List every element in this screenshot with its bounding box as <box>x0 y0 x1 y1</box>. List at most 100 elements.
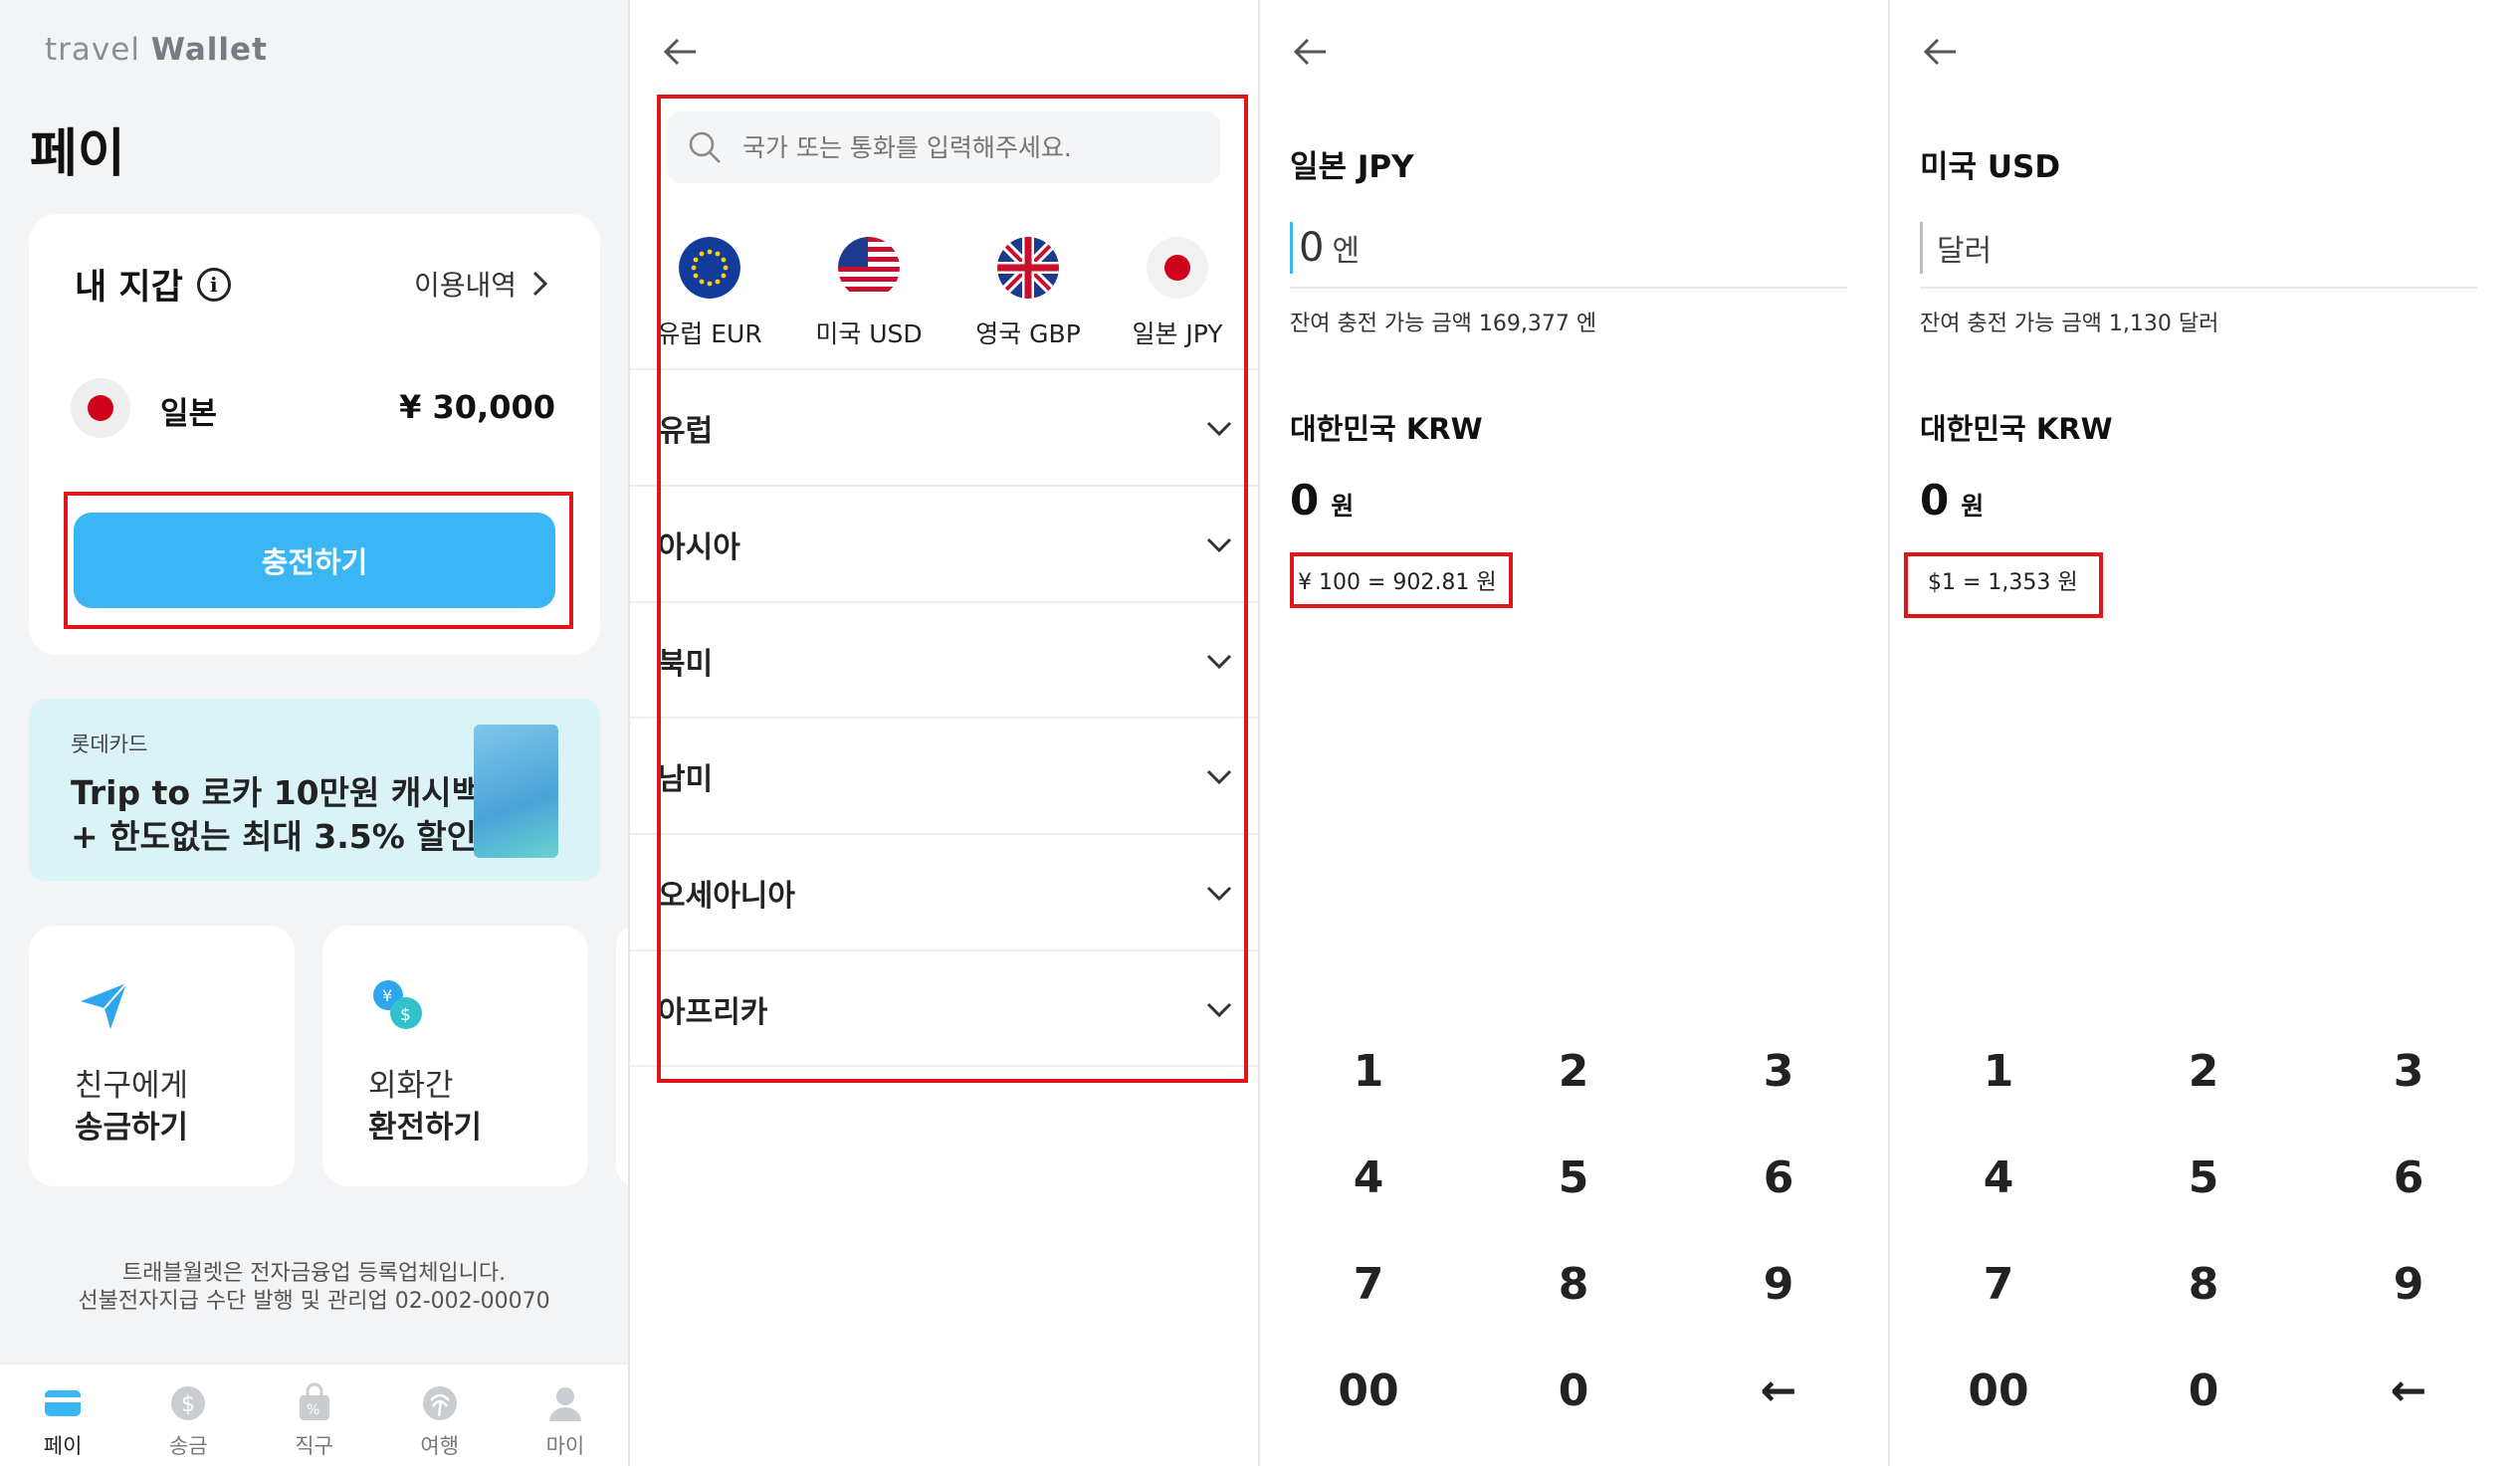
tab-label: 직구 <box>295 1434 333 1458</box>
backspace-key[interactable]: ← <box>2309 1341 2508 1440</box>
back-arrow-icon[interactable] <box>1288 30 1332 74</box>
key-7[interactable]: 7 <box>1899 1234 2098 1334</box>
krw-amount: 0원 <box>1290 476 1354 524</box>
text-cursor <box>1290 222 1293 274</box>
krw-amount: 0원 <box>1920 476 1984 524</box>
chevron-down-icon <box>1206 886 1232 902</box>
exchange-rate: ¥ 100 = 902.81 원 <box>1298 570 1497 595</box>
source-currency-label: 일본 JPY <box>1290 149 1414 185</box>
tile-line1: 외화간 <box>368 1068 454 1104</box>
key-2[interactable]: 2 <box>1474 1021 1673 1121</box>
country-search-box[interactable] <box>667 111 1220 183</box>
currency-exchange-tile[interactable]: ¥ $ 외화간 환전하기 <box>322 926 588 1186</box>
key-9[interactable]: 9 <box>1679 1234 1878 1334</box>
key-2[interactable]: 2 <box>2104 1021 2303 1121</box>
key-00[interactable]: 00 <box>1269 1341 1468 1440</box>
back-arrow-icon[interactable] <box>658 30 702 74</box>
favorite-eur[interactable]: 유럽 EUR <box>630 237 789 350</box>
tab-pay[interactable]: 페이 <box>0 1364 125 1466</box>
key-8[interactable]: 8 <box>2104 1234 2303 1334</box>
tab-travel[interactable]: 여행 <box>377 1364 503 1466</box>
key-3[interactable]: 3 <box>1679 1021 1878 1121</box>
tile-line2: 환전하기 <box>368 1110 483 1146</box>
bottom-tab-bar: 페이 $ 송금 % 직구 여행 마이 <box>0 1362 628 1466</box>
target-currency-label: 대한민국 KRW <box>1290 412 1483 446</box>
screenshot-stage: travel Wallet 페이 내 지갑 i 이용내역 일본 ¥ 30,000… <box>0 0 2520 1466</box>
key-0[interactable]: 0 <box>1474 1341 1673 1440</box>
back-arrow-icon[interactable] <box>1918 30 1962 74</box>
backspace-key[interactable]: ← <box>1679 1341 1878 1440</box>
dollar-coin-icon: $ <box>171 1386 206 1420</box>
krw-unit: 원 <box>1961 492 1985 521</box>
key-7[interactable]: 7 <box>1269 1234 1468 1334</box>
region-europe[interactable]: 유럽 <box>658 370 1235 486</box>
more-tile-partial[interactable] <box>616 926 628 1186</box>
key-4[interactable]: 4 <box>1899 1128 2098 1227</box>
app-logo: travel Wallet <box>45 32 268 68</box>
send-icon <box>81 982 127 1029</box>
tab-my[interactable]: 마이 <box>503 1364 628 1466</box>
tab-label: 페이 <box>43 1434 83 1458</box>
region-africa[interactable]: 아프리카 <box>658 951 1235 1067</box>
key-5[interactable]: 5 <box>2104 1128 2303 1227</box>
text-cursor <box>1920 222 1923 274</box>
promo-banner[interactable]: 롯데카드 Trip to 로카 10만원 캐시백! + 한도없는 최대 3.5%… <box>29 699 600 881</box>
legal-notice-1: 트래블월렛은 전자금융업 등록업체입니다. <box>121 1261 507 1286</box>
key-8[interactable]: 8 <box>1474 1234 1673 1334</box>
favorite-label: 미국 USD <box>815 319 923 348</box>
key-00[interactable]: 00 <box>1899 1341 2098 1440</box>
palm-tree-icon <box>422 1386 457 1420</box>
key-1[interactable]: 1 <box>1269 1021 1468 1121</box>
region-label: 남미 <box>658 762 714 797</box>
key-1[interactable]: 1 <box>1899 1021 2098 1121</box>
key-5[interactable]: 5 <box>1474 1128 1673 1227</box>
key-0[interactable]: 0 <box>2104 1341 2303 1440</box>
region-label: 유럽 <box>658 414 714 449</box>
key-9[interactable]: 9 <box>2309 1234 2508 1334</box>
favorite-jpy[interactable]: 일본 JPY <box>1098 237 1257 350</box>
charge-button[interactable]: 충전하기 <box>74 513 555 608</box>
exchange-rate: $1 = 1,353 원 <box>1928 570 2078 595</box>
key-6[interactable]: 6 <box>2309 1128 2508 1227</box>
uk-flag-icon <box>997 237 1059 299</box>
tab-label: 송금 <box>168 1434 208 1458</box>
chevron-down-icon <box>1206 654 1232 670</box>
usd-charge-screen: 미국 USD 달러 잔여 충전 가능 금액 1,130 달러 대한민국 KRW … <box>1890 0 2520 1466</box>
krw-amount-value: 0 <box>1920 476 1950 524</box>
tab-label: 여행 <box>420 1434 460 1458</box>
send-to-friend-tile[interactable]: 친구에게 송금하기 <box>29 926 295 1186</box>
credit-card-image <box>474 725 558 858</box>
search-input[interactable] <box>742 132 1180 162</box>
chevron-right-icon <box>532 271 548 297</box>
person-icon <box>548 1387 581 1421</box>
favorite-usd[interactable]: 미국 USD <box>789 237 948 350</box>
svg-text:¥: ¥ <box>382 986 392 1005</box>
currency-select-screen: 유럽 EUR 미국 USD 영국 GBP 일본 JPY 유럽 아시아 북미 남미… <box>630 0 1258 1466</box>
divider <box>630 1065 1258 1067</box>
key-4[interactable]: 4 <box>1269 1128 1468 1227</box>
amount-input-field[interactable]: 달러 <box>1920 209 2477 289</box>
chevron-down-icon <box>1206 769 1232 785</box>
krw-unit: 원 <box>1331 492 1355 521</box>
key-3[interactable]: 3 <box>2309 1021 2508 1121</box>
svg-text:%: % <box>307 1402 319 1418</box>
chevron-down-icon <box>1206 421 1232 437</box>
legal-notice-2: 선불전자지급 수단 발행 및 관리업 02-002-00070 <box>78 1289 550 1314</box>
info-icon[interactable]: i <box>196 267 231 302</box>
wallet-country: 일본 <box>160 396 218 432</box>
favorite-gbp[interactable]: 영국 GBP <box>948 237 1108 350</box>
tab-shopping[interactable]: % 직구 <box>251 1364 376 1466</box>
tab-remit[interactable]: $ 송금 <box>125 1364 251 1466</box>
history-link[interactable]: 이용내역 <box>414 264 550 304</box>
region-label: 오세아니아 <box>658 879 795 914</box>
region-oceania[interactable]: 오세아니아 <box>658 835 1235 950</box>
favorite-label: 영국 GBP <box>975 319 1081 348</box>
amount-input-field[interactable]: 0 엔 <box>1290 209 1847 289</box>
history-link-label: 이용내역 <box>413 269 517 302</box>
key-6[interactable]: 6 <box>1679 1128 1878 1227</box>
pay-home-screen: travel Wallet 페이 내 지갑 i 이용내역 일본 ¥ 30,000… <box>0 0 628 1466</box>
pay-card-icon <box>45 1390 82 1416</box>
region-asia[interactable]: 아시아 <box>658 487 1235 602</box>
region-south-america[interactable]: 남미 <box>658 719 1235 834</box>
region-north-america[interactable]: 북미 <box>658 603 1235 719</box>
